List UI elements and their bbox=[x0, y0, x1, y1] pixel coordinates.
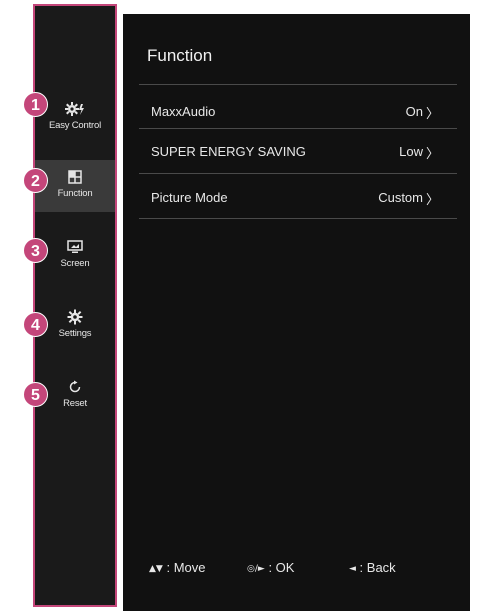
callout-badge-2: 2 bbox=[23, 168, 48, 193]
move-hint: ▲▼ : Move bbox=[149, 560, 205, 575]
row-value: Low bbox=[399, 144, 423, 159]
ok-hint: ◎/► : OK bbox=[247, 560, 294, 575]
title-divider bbox=[139, 84, 457, 85]
move-hint-label: : Move bbox=[166, 560, 206, 575]
back-hint: ◄ : Back bbox=[349, 560, 396, 575]
row-divider bbox=[139, 128, 457, 129]
row-label: Picture Mode bbox=[151, 190, 228, 205]
osd-screen: Easy Control Function Screen Settings Re… bbox=[0, 0, 484, 611]
row-label: SUPER ENERGY SAVING bbox=[151, 144, 306, 159]
sidebar-item-screen[interactable]: Screen bbox=[35, 230, 115, 282]
callout-badge-1: 1 bbox=[23, 92, 48, 117]
menu-row-super-energy-saving[interactable]: SUPER ENERGY SAVING Low 〉 bbox=[139, 132, 457, 172]
menu-row-maxxaudio[interactable]: MaxxAudio On 〉 bbox=[139, 92, 457, 132]
sidebar-item-label: Function bbox=[57, 188, 93, 199]
joystick-ok-icon: ◎/► bbox=[247, 564, 265, 574]
ok-hint-label: : OK bbox=[268, 560, 295, 575]
chevron-right-icon: 〉 bbox=[425, 193, 439, 208]
callout-badge-4: 4 bbox=[23, 312, 48, 337]
row-divider bbox=[139, 173, 457, 174]
sidebar-item-function[interactable]: Function bbox=[35, 160, 115, 212]
sidebar-item-label: Settings bbox=[58, 328, 92, 339]
sidebar-menu: Easy Control Function Screen Settings Re… bbox=[33, 4, 117, 607]
row-divider bbox=[139, 218, 457, 219]
page-title: Function bbox=[147, 46, 213, 65]
sidebar-item-label: Screen bbox=[60, 258, 90, 269]
row-value: Custom bbox=[378, 190, 423, 205]
callout-badge-3: 3 bbox=[23, 238, 48, 263]
sidebar-item-label: Easy Control bbox=[49, 120, 101, 131]
row-label: MaxxAudio bbox=[151, 104, 216, 119]
back-hint-label: : Back bbox=[359, 560, 396, 575]
row-value: On bbox=[405, 104, 423, 119]
function-panel: Function MaxxAudio On 〉 SUPER ENERGY SAV… bbox=[123, 14, 470, 611]
key-hints-bar: ▲▼ : Move ◎/► : OK ◄ : Back bbox=[149, 560, 459, 580]
sidebar-item-label: Reset bbox=[63, 398, 87, 409]
up-down-arrows-icon: ▲▼ bbox=[149, 564, 163, 574]
callout-badge-5: 5 bbox=[23, 382, 48, 407]
menu-row-picture-mode[interactable]: Picture Mode Custom 〉 bbox=[139, 178, 457, 218]
left-arrow-icon: ◄ bbox=[349, 564, 356, 574]
chevron-right-icon: 〉 bbox=[425, 147, 439, 162]
chevron-right-icon: 〉 bbox=[425, 107, 439, 122]
